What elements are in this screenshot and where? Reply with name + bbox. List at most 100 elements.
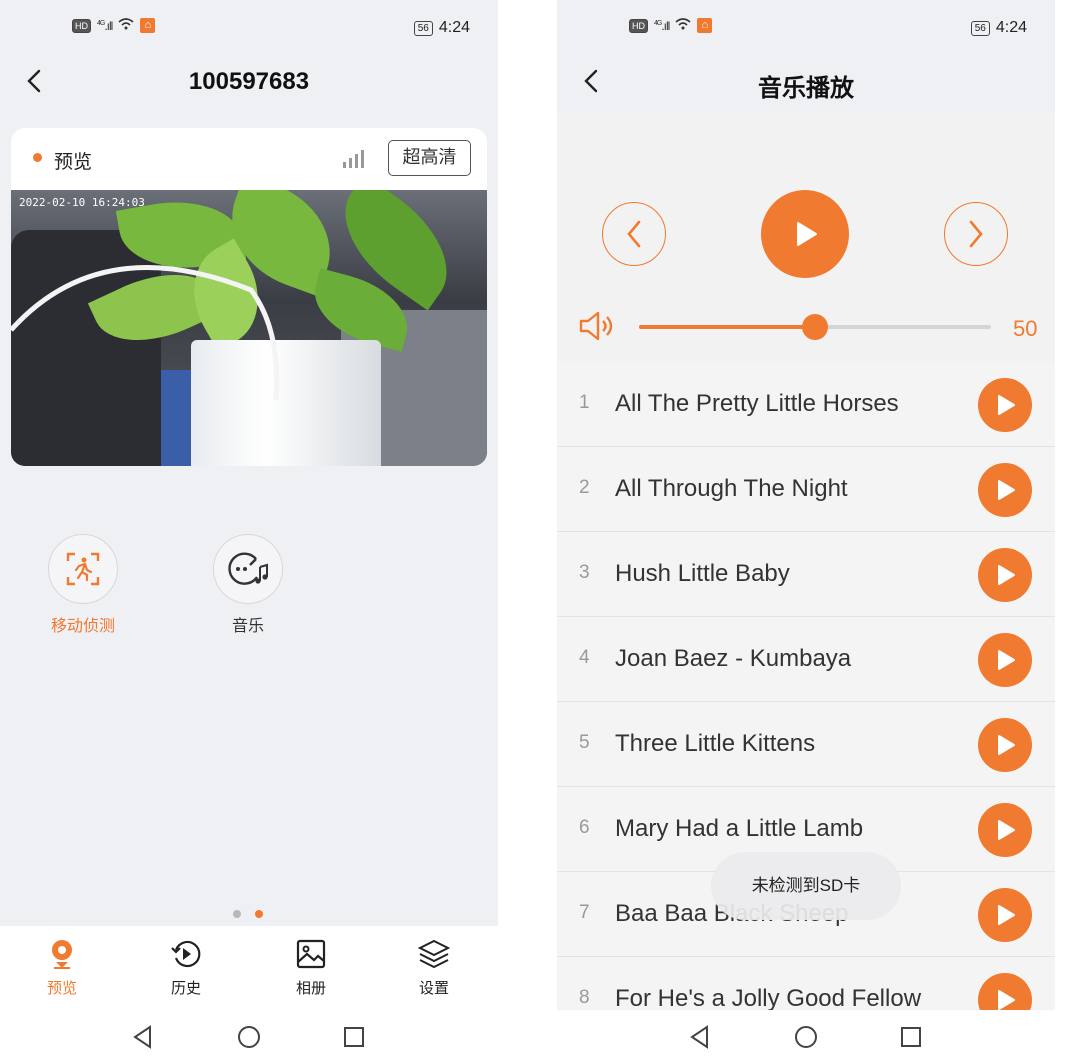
tab-history[interactable]: 历史	[151, 938, 221, 998]
page-dot	[233, 910, 241, 918]
smart-home-icon: ⌂	[140, 18, 156, 33]
motion-detection-label: 移动侦测	[50, 618, 115, 635]
hd-icon: HD	[72, 18, 91, 33]
song-play-button[interactable]	[978, 888, 1032, 942]
song-play-button[interactable]	[978, 973, 1032, 1010]
music-button[interactable]: 音乐	[211, 534, 285, 636]
song-row[interactable]: 3 Hush Little Baby	[557, 532, 1055, 617]
album-icon	[296, 939, 326, 969]
tab-album[interactable]: 相册	[276, 938, 346, 998]
nav-recents-icon[interactable]	[341, 1024, 367, 1050]
song-play-button[interactable]	[978, 803, 1032, 857]
play-icon	[998, 395, 1015, 415]
song-number: 4	[579, 647, 590, 668]
nav-home-icon[interactable]	[236, 1024, 262, 1050]
live-dot-icon	[33, 153, 42, 162]
play-button[interactable]	[761, 190, 849, 278]
play-icon	[998, 990, 1015, 1010]
toast-message: 未检测到SD卡	[711, 852, 901, 920]
clock: 4:24	[438, 19, 470, 36]
song-number: 1	[579, 392, 590, 413]
preview-label: 预览	[54, 152, 93, 173]
play-icon	[797, 222, 817, 246]
hd-icon: HD	[629, 18, 648, 33]
volume-value: 50	[1013, 316, 1038, 341]
wifi-icon	[118, 18, 134, 33]
previous-button[interactable]	[602, 202, 666, 266]
cellular-signal-icon: 4G.ıll	[97, 18, 113, 33]
nav-recents-icon[interactable]	[898, 1024, 924, 1050]
motion-detection-circle	[48, 534, 118, 604]
system-nav-bar	[557, 1010, 1055, 1064]
page-title: 音乐播放	[758, 75, 854, 102]
music-icon	[228, 552, 268, 585]
nav-home-icon[interactable]	[793, 1024, 819, 1050]
song-row[interactable]: 4 Joan Baez - Kumbaya	[557, 617, 1055, 702]
song-title: All Through The Night	[615, 475, 848, 502]
song-number: 8	[579, 987, 590, 1008]
song-title: Joan Baez - Kumbaya	[615, 645, 852, 672]
song-row[interactable]: 2 All Through The Night	[557, 447, 1055, 532]
nav-back-icon[interactable]	[130, 1024, 156, 1050]
volume-slider[interactable]	[639, 314, 991, 340]
page-title: 100597683	[188, 68, 310, 95]
volume-icon[interactable]	[578, 310, 616, 342]
preview-card: 预览 超高清 2022-02-10 16:24:03	[11, 128, 487, 466]
chevron-left-icon	[627, 220, 641, 248]
tab-settings[interactable]: 设置	[399, 938, 469, 998]
cable-shape	[11, 265, 280, 401]
song-title: All The Pretty Little Horses	[615, 390, 899, 417]
song-play-button[interactable]	[978, 718, 1032, 772]
music-player-screen: HD 4G.ıll ⌂ 56 4:24 音乐播放 50 1 All The Pr…	[557, 0, 1055, 1064]
song-row[interactable]: 1 All The Pretty Little Horses	[557, 362, 1055, 447]
motion-detection-button[interactable]: 移动侦测	[46, 534, 120, 636]
camera-pin-icon	[52, 940, 72, 969]
live-video[interactable]: 2022-02-10 16:24:03	[11, 190, 487, 466]
song-play-button[interactable]	[978, 548, 1032, 602]
battery-icon: 56	[970, 20, 990, 36]
page-indicator	[233, 910, 263, 918]
song-play-button[interactable]	[978, 463, 1032, 517]
tab-history-label: 历史	[170, 980, 201, 997]
song-title: For He's a Jolly Good Fellow	[615, 985, 922, 1010]
wifi-icon	[675, 18, 691, 33]
tab-settings-label: 设置	[418, 980, 449, 997]
motion-detect-icon	[66, 552, 100, 586]
quality-button[interactable]: 超高清	[388, 140, 471, 176]
header: 100597683	[0, 56, 498, 108]
history-icon	[171, 940, 201, 968]
song-number: 3	[579, 562, 590, 583]
next-button[interactable]	[944, 202, 1008, 266]
battery-icon: 56	[413, 20, 433, 36]
layers-icon	[417, 939, 451, 969]
song-number: 5	[579, 732, 590, 753]
status-bar: HD 4G.ıll ⌂ 56 4:24	[0, 0, 498, 56]
tab-preview[interactable]: 预览	[27, 938, 97, 998]
clock: 4:24	[995, 19, 1027, 36]
tab-preview-label: 预览	[46, 980, 77, 997]
nav-back-icon[interactable]	[687, 1024, 713, 1050]
volume-slider-fill	[639, 325, 815, 329]
song-title: Three Little Kittens	[615, 730, 816, 757]
header: 音乐播放	[557, 56, 1055, 108]
song-number: 6	[579, 817, 590, 838]
play-icon	[998, 565, 1015, 585]
play-icon	[998, 905, 1015, 925]
song-number: 2	[579, 477, 590, 498]
camera-screen: HD 4G.ıll ⌂ 56 4:24 100597683 预览 超高清 202…	[0, 0, 498, 1064]
song-row[interactable]: 8 For He's a Jolly Good Fellow	[557, 957, 1055, 1010]
song-number: 7	[579, 902, 590, 923]
volume-slider-knob[interactable]	[802, 314, 828, 340]
system-nav-bar	[0, 1010, 498, 1064]
song-play-button[interactable]	[978, 378, 1032, 432]
video-timestamp: 2022-02-10 16:24:03	[19, 196, 145, 209]
smart-home-icon: ⌂	[697, 18, 713, 33]
song-row[interactable]: 5 Three Little Kittens	[557, 702, 1055, 787]
play-icon	[998, 735, 1015, 755]
play-icon	[998, 480, 1015, 500]
page-dot-active	[255, 910, 263, 918]
bottom-tab-bar: 预览 历史 相册 设置	[0, 926, 498, 1010]
chevron-right-icon	[969, 220, 983, 248]
song-play-button[interactable]	[978, 633, 1032, 687]
player-controls: 50	[557, 112, 1055, 362]
